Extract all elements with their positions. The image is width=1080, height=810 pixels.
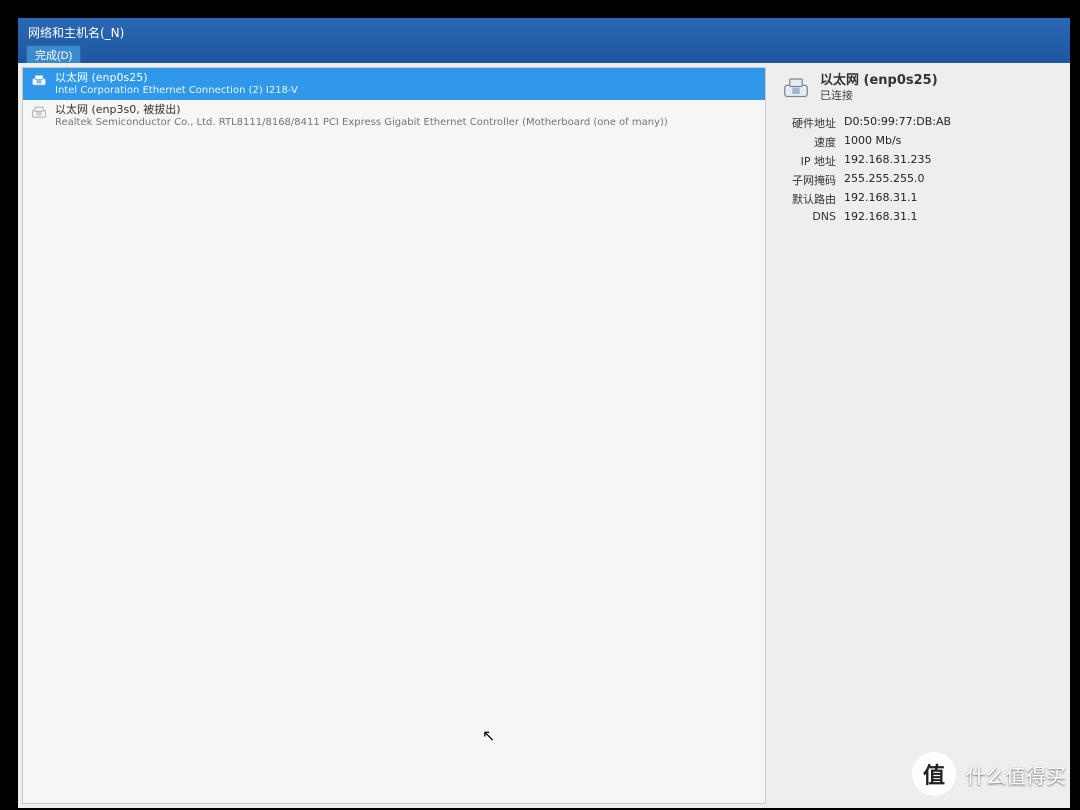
detail-label: 硬件地址 — [780, 115, 836, 131]
detail-title: 以太网 (enp0s25) — [820, 73, 938, 89]
detail-row-subnet: 子网掩码 255.255.255.0 — [780, 170, 1060, 189]
detail-value: 1000 Mb/s — [844, 134, 901, 150]
titlebar: 网络和主机名(_N) 完成(D) — [18, 18, 1070, 63]
detail-value: D0:50:99:77:DB:AB — [844, 115, 951, 131]
network-adapter-icon — [780, 73, 812, 105]
detail-header: 以太网 (enp0s25) 已连接 — [780, 69, 1060, 113]
interface-item-enp3s0[interactable]: 以太网 (enp3s0, 被拔出) Realtek Semiconductor … — [23, 100, 765, 132]
interface-desc: Realtek Semiconductor Co., Ltd. RTL8111/… — [55, 117, 668, 130]
detail-label: 子网掩码 — [780, 172, 836, 188]
done-button[interactable]: 完成(D) — [26, 45, 81, 65]
network-config-window: 网络和主机名(_N) 完成(D) 以太网 (enp0s25) Intel Cor… — [18, 18, 1070, 808]
detail-label: 速度 — [780, 134, 836, 150]
interface-item-enp0s25[interactable]: 以太网 (enp0s25) Intel Corporation Ethernet… — [23, 68, 765, 100]
interface-desc: Intel Corporation Ethernet Connection (2… — [55, 85, 298, 98]
detail-value: 255.255.255.0 — [844, 172, 924, 188]
detail-label: DNS — [780, 210, 836, 223]
detail-row-gateway: 默认路由 192.168.31.1 — [780, 189, 1060, 208]
window-title: 网络和主机名(_N) — [26, 22, 1062, 45]
interface-list: 以太网 (enp0s25) Intel Corporation Ethernet… — [22, 67, 766, 804]
detail-value: 192.168.31.1 — [844, 210, 917, 223]
detail-label: IP 地址 — [780, 153, 836, 169]
detail-row-ip: IP 地址 192.168.31.235 — [780, 151, 1060, 170]
network-adapter-icon — [29, 71, 49, 91]
network-adapter-icon — [29, 103, 49, 123]
detail-status: 已连接 — [820, 89, 938, 103]
detail-value: 192.168.31.1 — [844, 191, 917, 207]
detail-value: 192.168.31.235 — [844, 153, 931, 169]
interface-detail: 以太网 (enp0s25) 已连接 硬件地址 D0:50:99:77:DB:AB… — [770, 63, 1070, 808]
interface-name: 以太网 (enp0s25) — [55, 71, 298, 85]
detail-row-mac: 硬件地址 D0:50:99:77:DB:AB — [780, 113, 1060, 132]
detail-row-dns: DNS 192.168.31.1 — [780, 208, 1060, 224]
detail-row-speed: 速度 1000 Mb/s — [780, 132, 1060, 151]
detail-label: 默认路由 — [780, 191, 836, 207]
content-area: 以太网 (enp0s25) Intel Corporation Ethernet… — [18, 63, 1070, 808]
interface-name: 以太网 (enp3s0, 被拔出) — [55, 103, 668, 117]
